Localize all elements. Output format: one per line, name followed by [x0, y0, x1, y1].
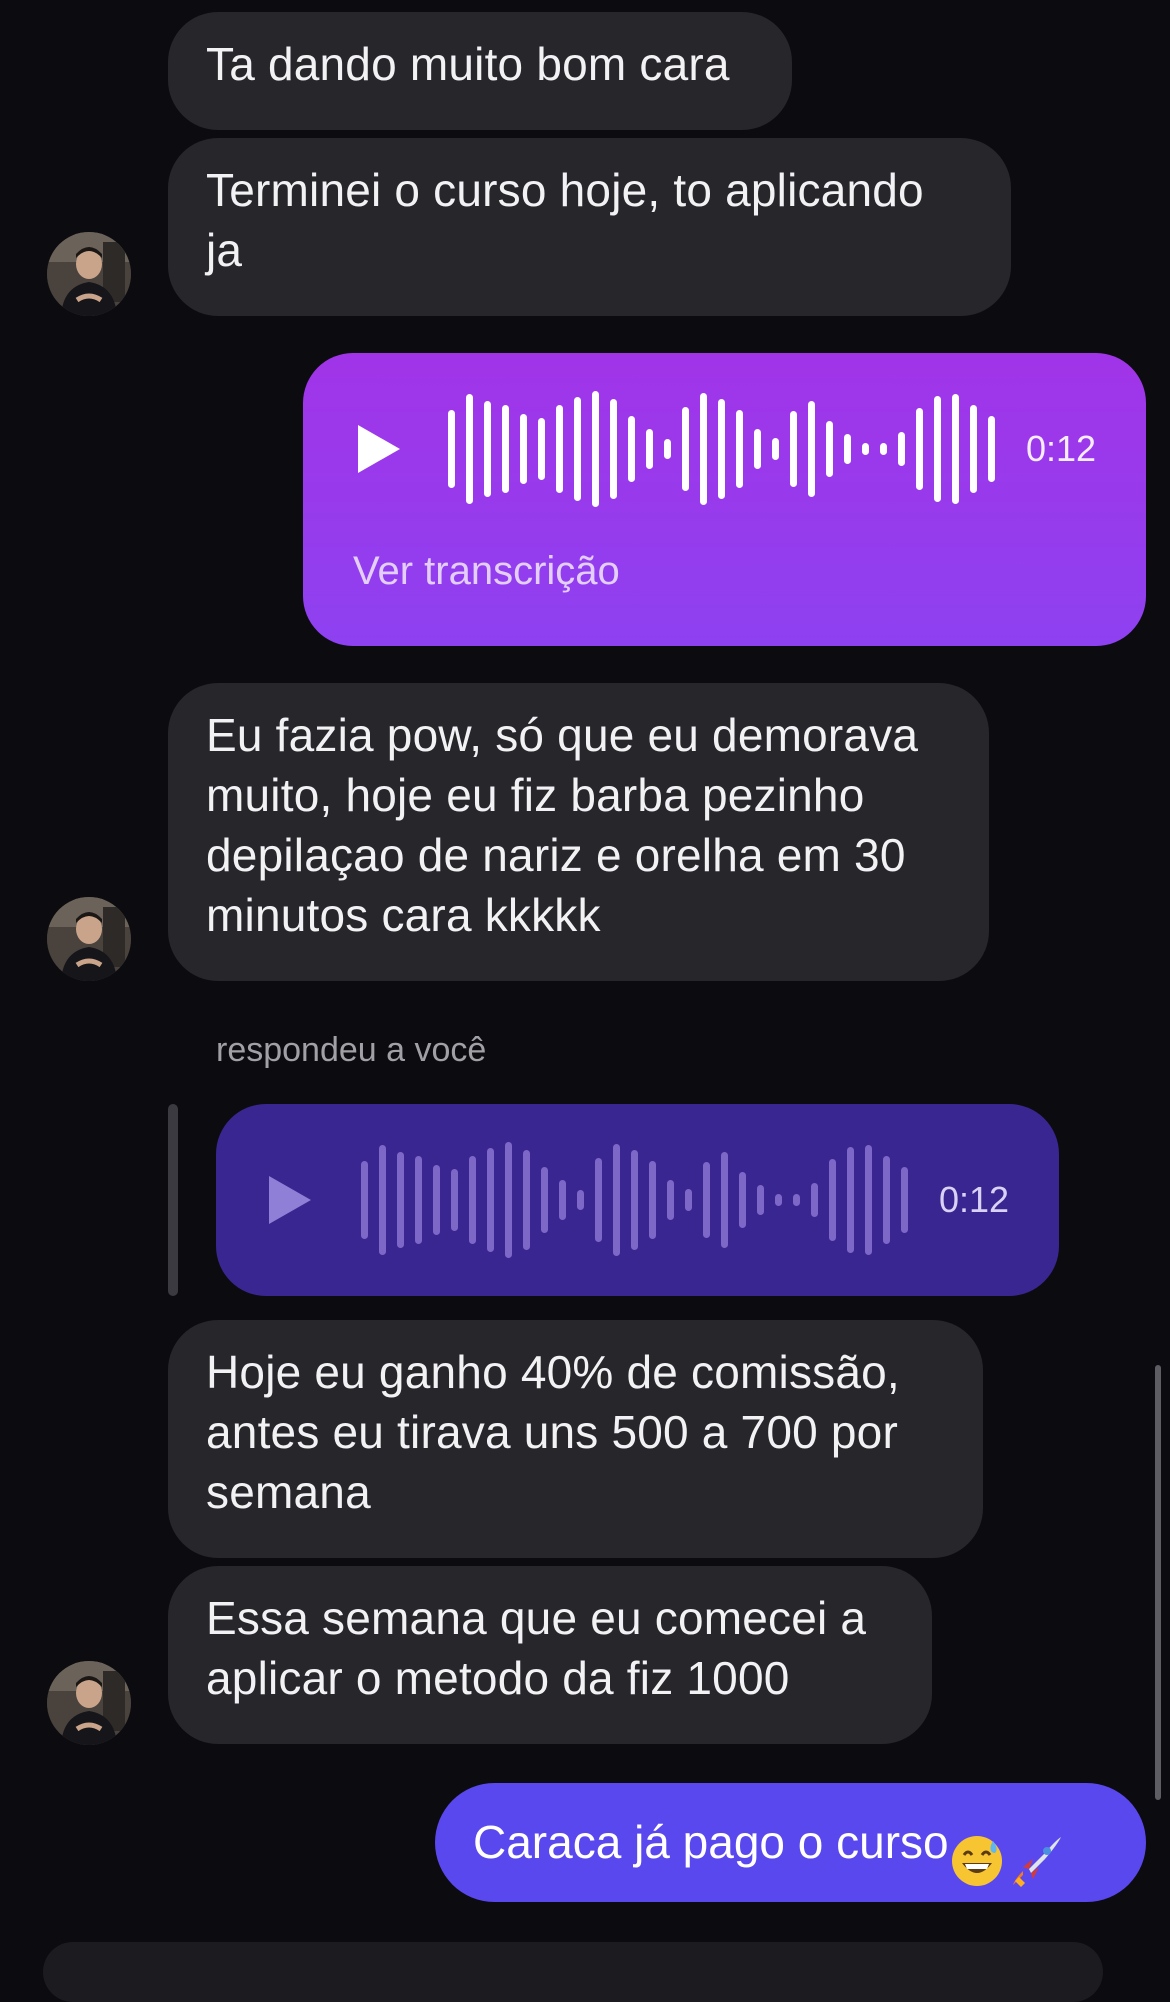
message-text-line: Hoje eu ganho 40% de comissão,: [206, 1346, 900, 1398]
message-text-line: Eu fazia pow, só que eu demorava: [206, 709, 919, 761]
reply-quote-bar: [168, 1104, 178, 1296]
contact-avatar[interactable]: [47, 232, 131, 316]
message-text: Ta dando muito bom cara: [206, 38, 730, 90]
message-text-line: depilaçao de nariz e orelha em 30: [206, 829, 906, 881]
message-bubble-incoming[interactable]: Essa semana que eu comecei a aplicar o m…: [168, 1566, 932, 1744]
message-text-line: muito, hoje eu fiz barba pezinho: [206, 769, 865, 821]
waveform: [361, 1140, 919, 1260]
scroll-indicator[interactable]: [1155, 1365, 1161, 1800]
message-bubble-partial: [43, 1942, 1103, 2002]
reply-label: respondeu a você: [216, 1031, 487, 1069]
quoted-voice-message[interactable]: 0:12: [216, 1104, 1059, 1296]
message-text-line: antes eu tirava uns 500 a 700 por: [206, 1406, 898, 1458]
message-text-line: aplicar o metodo da fiz 1000: [206, 1652, 790, 1704]
message-bubble-outgoing[interactable]: Caraca já pago o curso: [435, 1783, 1146, 1902]
rocket-emoji: [1009, 1814, 1065, 1887]
contact-avatar[interactable]: [47, 897, 131, 981]
message-text-line: minutos cara kkkkk: [206, 889, 601, 941]
message-text-line: semana: [206, 1466, 371, 1518]
play-icon[interactable]: [358, 425, 400, 473]
waveform[interactable]: [448, 389, 1006, 509]
message-text-line: Terminei o curso hoje, to aplicando: [206, 164, 924, 216]
message-bubble-incoming[interactable]: Hoje eu ganho 40% de comissão, antes eu …: [168, 1320, 983, 1558]
voice-message-outgoing[interactable]: 0:12 Ver transcrição: [303, 353, 1146, 646]
view-transcription-link[interactable]: Ver transcrição: [353, 549, 620, 593]
message-bubble-incoming[interactable]: Terminei o curso hoje, to aplicando ja: [168, 138, 1011, 316]
message-text-line: Essa semana que eu comecei a: [206, 1592, 867, 1644]
grinning-sweat-emoji: [949, 1814, 1005, 1886]
play-icon[interactable]: [269, 1176, 311, 1224]
voice-duration: 0:12: [939, 1179, 1010, 1220]
voice-duration: 0:12: [1026, 428, 1097, 469]
message-bubble-incoming[interactable]: Eu fazia pow, só que eu demorava muito, …: [168, 683, 989, 981]
message-text-line: ja: [206, 224, 243, 276]
message-bubble-incoming[interactable]: Ta dando muito bom cara: [168, 12, 792, 130]
contact-avatar[interactable]: [47, 1661, 131, 1745]
message-text: Caraca já pago o curso: [473, 1816, 949, 1868]
